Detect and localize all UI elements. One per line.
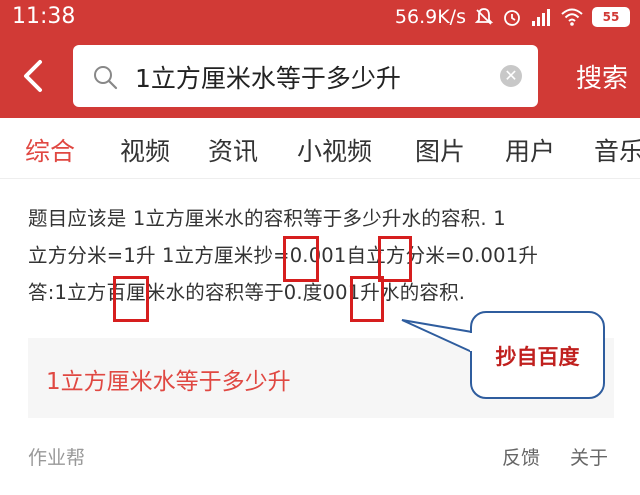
callout-pointer [401, 319, 473, 354]
category-tabs: 综合 视频 资讯 小视频 图片 用户 音乐 [0, 118, 640, 179]
alarm-icon [504, 10, 520, 26]
result-source[interactable]: 作业帮 [28, 443, 85, 470]
battery-icon: 55 [592, 7, 630, 27]
signal-icon [532, 9, 550, 26]
highlight-box-bai [113, 276, 149, 322]
tab-comprehensive[interactable]: 综合 [25, 132, 75, 168]
result-line: 立方分米=1升 1立方厘米抄=0.001自立方分米=0.001升 [28, 244, 539, 267]
about-link[interactable]: 关于 [570, 443, 608, 470]
search-header: 1立方厘米水等于多少升 ✕ 搜索 [0, 34, 640, 118]
search-button[interactable]: 搜索 [576, 58, 628, 95]
tab-short-video[interactable]: 小视频 [297, 132, 372, 168]
tab-news[interactable]: 资讯 [208, 132, 258, 168]
status-indicators: 56.9K/s 55 [395, 5, 630, 29]
result-line: 题目应该是 1立方厘米水的容积等于多少升水的容积. 1 [28, 207, 506, 230]
tab-video[interactable]: 视频 [120, 132, 170, 168]
status-bar: 11:38 56.9K/s 55 [0, 0, 640, 34]
search-icon [94, 66, 118, 90]
status-time: 11:38 [12, 4, 76, 29]
search-input[interactable]: 1立方厘米水等于多少升 ✕ [73, 45, 538, 107]
feedback-link[interactable]: 反馈 [502, 443, 540, 470]
tab-music[interactable]: 音乐 [594, 132, 640, 168]
wifi-icon [561, 8, 583, 26]
callout-text: 抄自百度 [495, 345, 580, 369]
highlight-box-du [350, 276, 384, 322]
highlight-box-chao [283, 236, 319, 282]
tab-users[interactable]: 用户 [505, 132, 555, 168]
clear-icon[interactable]: ✕ [500, 65, 522, 87]
net-speed: 56.9K/s [394, 6, 466, 28]
callout-bubble: 抄自百度 [470, 311, 605, 399]
tab-images[interactable]: 图片 [415, 132, 465, 168]
back-arrow-icon[interactable] [14, 56, 54, 96]
related-search-link[interactable]: 1立方厘米水等于多少升 [46, 362, 291, 396]
search-query-text: 1立方厘米水等于多少升 [135, 64, 401, 93]
mute-bell-icon [474, 8, 494, 25]
